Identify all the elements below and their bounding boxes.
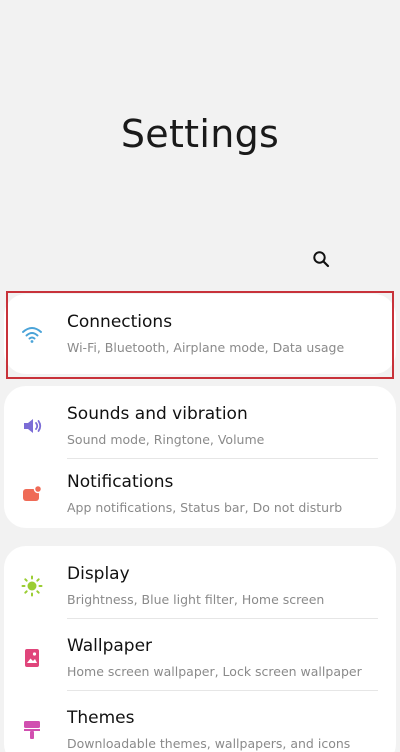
- sounds-notifications-card: Sounds and vibration Sound mode, Rington…: [4, 386, 396, 528]
- settings-item-notifications[interactable]: Notifications App notifications, Status …: [4, 460, 396, 530]
- display-card: Display Brightness, Blue light filter, H…: [4, 546, 396, 752]
- settings-item-themes[interactable]: Themes Downloadable themes, wallpapers, …: [4, 696, 396, 752]
- speaker-icon: [20, 414, 44, 438]
- connections-card: Connections Wi-Fi, Bluetooth, Airplane m…: [4, 294, 396, 374]
- wifi-icon: [20, 322, 44, 346]
- wallpaper-title: Wallpaper: [67, 636, 153, 656]
- brightness-icon: [20, 574, 44, 598]
- themes-subtitle: Downloadable themes, wallpapers, and ico…: [67, 736, 351, 751]
- paintbrush-icon: [20, 718, 44, 742]
- settings-item-sounds[interactable]: Sounds and vibration Sound mode, Rington…: [4, 392, 396, 462]
- divider: [67, 618, 378, 619]
- connections-title: Connections: [67, 312, 173, 332]
- settings-item-display[interactable]: Display Brightness, Blue light filter, H…: [4, 552, 396, 622]
- sounds-subtitle: Sound mode, Ringtone, Volume: [67, 432, 265, 447]
- settings-item-wallpaper[interactable]: Wallpaper Home screen wallpaper, Lock sc…: [4, 624, 396, 694]
- search-button[interactable]: [308, 246, 334, 272]
- notifications-subtitle: App notifications, Status bar, Do not di…: [67, 500, 343, 515]
- search-icon: [313, 251, 330, 268]
- wallpaper-subtitle: Home screen wallpaper, Lock screen wallp…: [67, 664, 362, 679]
- settings-screen: Settings Connections Wi-Fi, Bluetooth, A…: [0, 0, 400, 752]
- notification-icon: [20, 482, 44, 506]
- display-subtitle: Brightness, Blue light filter, Home scre…: [67, 592, 325, 607]
- settings-item-connections[interactable]: Connections Wi-Fi, Bluetooth, Airplane m…: [4, 300, 396, 370]
- notifications-title: Notifications: [67, 472, 174, 492]
- divider: [67, 458, 378, 459]
- divider: [67, 690, 378, 691]
- page-title: Settings: [120, 112, 280, 156]
- sounds-title: Sounds and vibration: [67, 404, 248, 424]
- connections-subtitle: Wi-Fi, Bluetooth, Airplane mode, Data us…: [67, 340, 345, 355]
- display-title: Display: [67, 564, 130, 584]
- wallpaper-icon: [20, 646, 44, 670]
- themes-title: Themes: [67, 708, 135, 728]
